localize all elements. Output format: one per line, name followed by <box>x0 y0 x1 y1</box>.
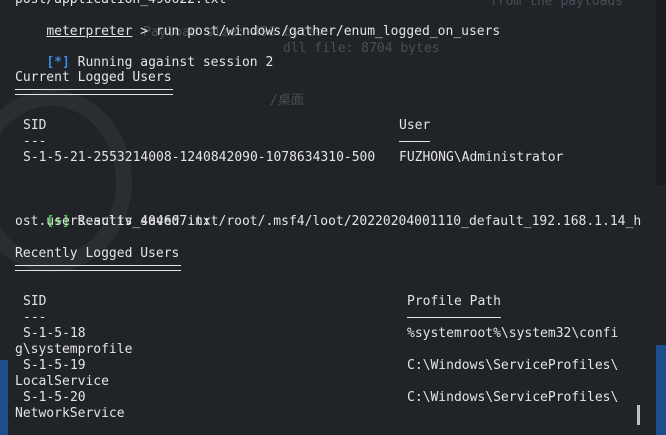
recent-col-path: Profile Path <box>407 294 501 309</box>
status-line-running: [*] Running against session 2 <box>15 39 273 70</box>
recent-row-wrap: LocalService <box>15 374 109 389</box>
current-user-underline <box>399 141 430 142</box>
command-text: > run post/windows/gather/enum_logged_on… <box>132 24 501 39</box>
current-row-user: FUZHONG\Administrator <box>399 150 564 165</box>
recent-row-path: C:\Windows\ServiceProfiles\ <box>407 390 619 405</box>
background-window-edge <box>656 0 666 185</box>
result-line-wrap: ost.users.activ_404607.txt <box>15 214 219 229</box>
prompt-name: meterpreter <box>46 24 133 39</box>
recent-row-wrap: g\systemprofile <box>15 342 133 357</box>
recent-row-path: C:\Windows\ServiceProfiles\ <box>407 358 619 373</box>
recent-users-heading: Recently Logged Users <box>15 246 180 261</box>
info-marker: [*] <box>46 55 70 70</box>
recent-path-underline <box>407 317 501 318</box>
status-text: Running against session 2 <box>69 55 274 70</box>
recent-col-sid: SID <box>23 294 47 309</box>
current-users-heading: Current Logged Users <box>15 70 172 85</box>
current-row-sid: S-1-5-21-2553214008-1240842090-107863431… <box>23 150 376 165</box>
heading-underline <box>15 89 173 95</box>
terminal-scrollbar[interactable] <box>637 405 640 425</box>
terminal-window[interactable]: post/application_490622.txt meterpreter … <box>0 0 656 435</box>
recent-row-wrap: NetworkService <box>15 406 125 421</box>
heading-underline <box>15 265 181 271</box>
background-window-edge-blue <box>656 345 666 435</box>
current-col-user: User <box>399 118 431 133</box>
recent-sid-dash: --- <box>23 310 47 325</box>
current-col-sid: SID <box>23 118 47 133</box>
recent-row-sid: S-1-5-19 <box>23 358 86 373</box>
recent-row-sid: S-1-5-20 <box>23 390 86 405</box>
recent-row-sid: S-1-5-18 <box>23 326 86 341</box>
recent-row-path: %systemroot%\system32\confi <box>407 326 619 341</box>
command-prompt-line[interactable]: meterpreter > run post/windows/gather/en… <box>15 8 500 39</box>
previous-output-line: post/application_490622.txt <box>15 0 226 8</box>
current-sid-dash: --- <box>23 134 47 149</box>
result-line: [+] Results saved in: /root/.msf4/loot/2… <box>15 198 641 229</box>
